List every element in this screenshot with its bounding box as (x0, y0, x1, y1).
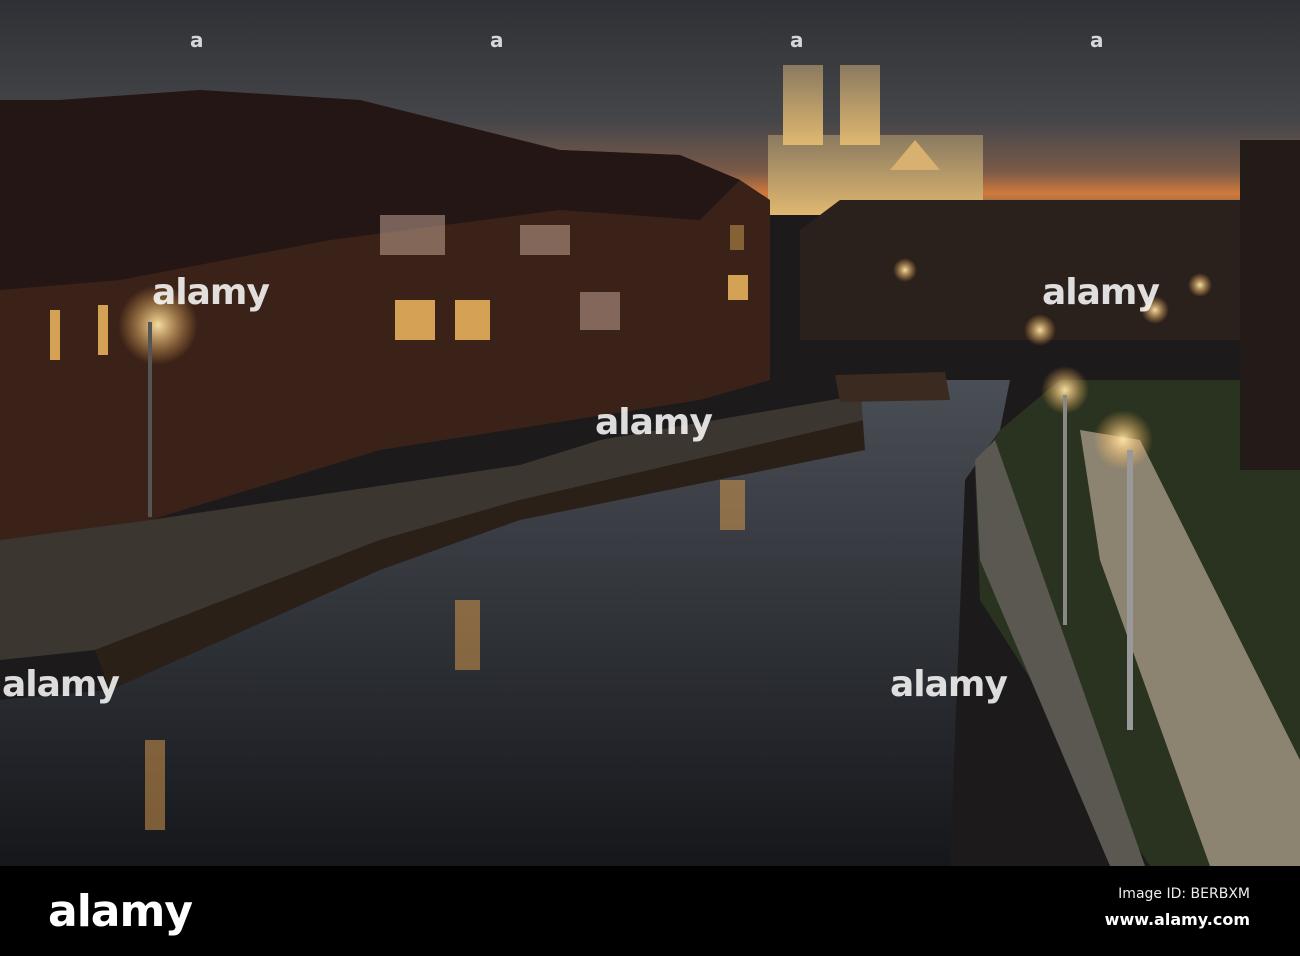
site-url: www.alamy.com (1104, 910, 1250, 929)
photo-frame: a a a a alamy alamy alamy alamy alamy al… (0, 0, 1300, 956)
watermark-text: alamy (890, 664, 1008, 705)
watermark-mark: a (1090, 28, 1104, 52)
watermark-text: alamy (1042, 272, 1160, 313)
watermark-mark: a (490, 28, 504, 52)
alamy-logo: alamy (48, 886, 193, 937)
footer-bar: alamy Image ID: BERBXM www.alamy.com (0, 866, 1300, 956)
watermark-text: alamy (2, 664, 120, 705)
barge (835, 372, 950, 402)
watermark-mark: a (790, 28, 804, 52)
image-id: Image ID: BERBXM (1118, 886, 1250, 902)
watermark-text: alamy (595, 402, 713, 443)
watermark-text: alamy (152, 272, 270, 313)
watermark-mark: a (190, 28, 204, 52)
